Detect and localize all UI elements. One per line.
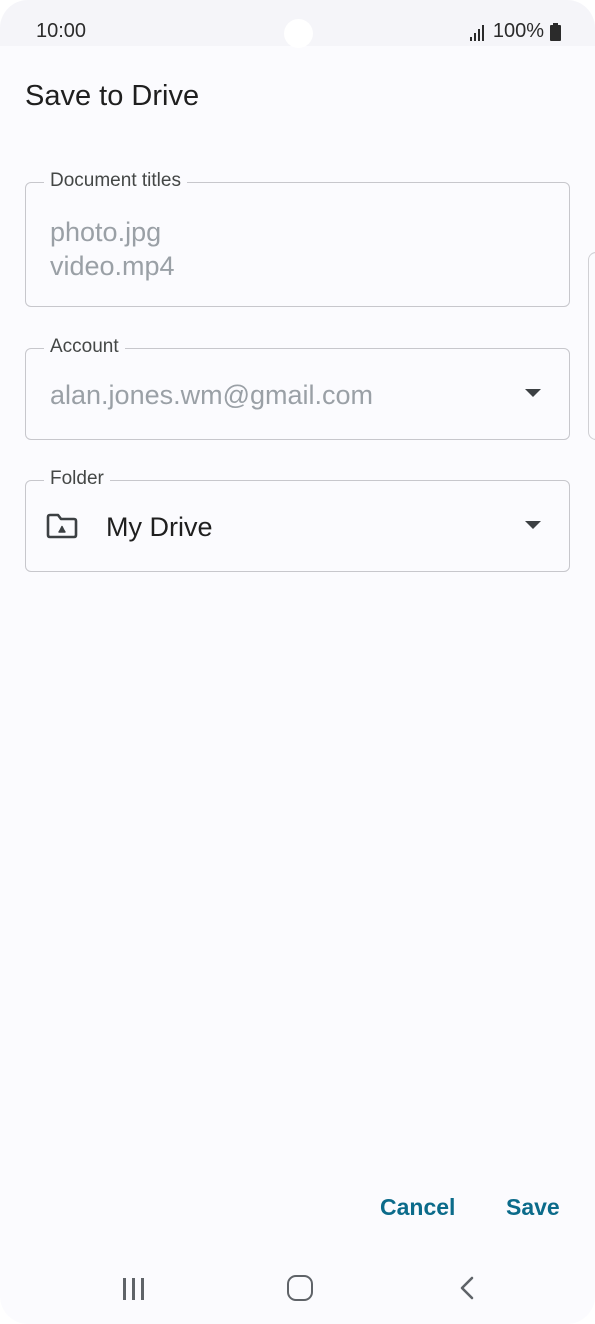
document-titles-field: Document titles photo.jpg video.mp4 <box>25 170 570 307</box>
recent-apps-icon[interactable] <box>121 1276 147 1302</box>
navigation-bar <box>0 1250 595 1324</box>
back-icon[interactable] <box>455 1275 481 1301</box>
signal-icon <box>469 23 487 41</box>
battery-percent: 100% <box>492 20 544 42</box>
status-bar: 10:00 100% <box>0 0 595 48</box>
home-icon[interactable] <box>287 1275 313 1301</box>
chevron-down-icon[interactable] <box>525 521 541 529</box>
drive-folder-icon <box>46 513 78 539</box>
account-select[interactable]: Account alan.jones.wm@gmail.com <box>25 336 570 440</box>
folder-label: Folder <box>44 468 110 490</box>
dialog-title: Save to Drive <box>25 80 200 112</box>
chevron-down-icon[interactable] <box>525 389 541 397</box>
account-label: Account <box>44 336 125 358</box>
save-button[interactable]: Save <box>506 1194 560 1221</box>
screen: 10:00 100% Save to Drive Document titles… <box>0 0 595 1324</box>
account-value: alan.jones.wm@gmail.com <box>50 380 374 410</box>
document-title-item: photo.jpg <box>50 217 162 247</box>
document-titles-list: photo.jpg video.mp4 <box>50 215 175 283</box>
front-camera-cutout <box>284 19 313 48</box>
folder-value: My Drive <box>106 512 213 542</box>
battery-icon <box>550 22 561 41</box>
status-time: 10:00 <box>36 20 87 42</box>
edge-panel-handle[interactable] <box>588 252 595 440</box>
document-title-item: video.mp4 <box>50 251 175 281</box>
document-titles-label: Document titles <box>44 170 187 192</box>
folder-select[interactable]: Folder My Drive <box>25 468 570 572</box>
status-right: 100% <box>469 20 561 43</box>
cancel-button[interactable]: Cancel <box>380 1194 455 1221</box>
